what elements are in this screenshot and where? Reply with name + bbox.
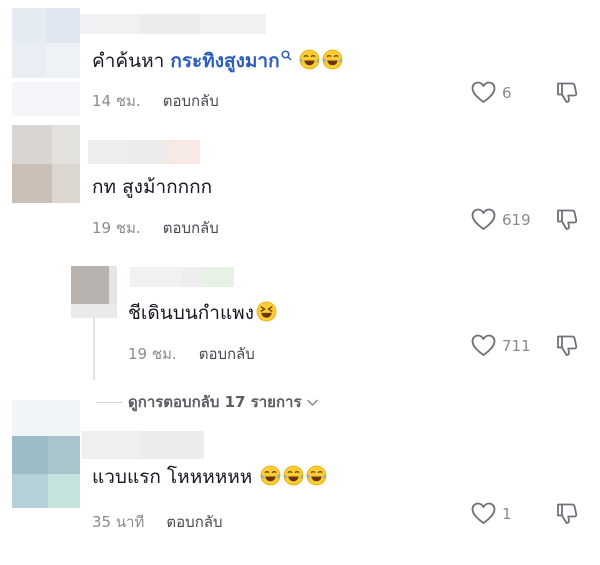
- heart-icon: [471, 502, 496, 524]
- username-blurred[interactable]: [82, 431, 204, 459]
- view-replies-label: ดูการตอบกลับ 17 รายการ: [128, 393, 302, 411]
- timestamp: 35 นาที: [92, 513, 145, 531]
- laughing-tears-emoji-icon: [322, 49, 343, 70]
- comment-text: แวบแรก โหหหหหห: [92, 462, 327, 492]
- heart-icon: [471, 334, 496, 356]
- view-replies-button[interactable]: ดูการตอบกลับ 17 รายการ: [96, 390, 319, 414]
- comment-meta: 14 ชม. ตอบกลับ: [92, 89, 219, 113]
- reply-button[interactable]: ตอบกลับ: [163, 92, 219, 110]
- laughing-tears-emoji-icon: [299, 49, 320, 70]
- dislike-button[interactable]: [554, 80, 580, 110]
- dislike-icon: [557, 209, 578, 230]
- laughing-tears-emoji-icon: [283, 465, 304, 486]
- comment-text: คำค้นหา กระทิงสูงมาก: [92, 46, 343, 76]
- dislike-button[interactable]: [554, 501, 580, 531]
- username-blurred[interactable]: [80, 14, 266, 34]
- comment-meta: 19 ชม. ตอบกลับ: [128, 342, 255, 366]
- like-button[interactable]: 711: [471, 334, 531, 357]
- search-term-link[interactable]: กระทิงสูงมาก: [170, 50, 279, 72]
- grinning-squint-emoji-icon: [256, 301, 277, 322]
- dislike-icon: [557, 82, 578, 103]
- chevron-down-icon: [306, 398, 318, 406]
- like-button[interactable]: 619: [471, 208, 531, 231]
- comment-prefix: คำค้นหา: [92, 50, 171, 72]
- reply-button[interactable]: ตอบกลับ: [166, 513, 222, 531]
- reply-button[interactable]: ตอบกลับ: [163, 219, 219, 237]
- avatar[interactable]: [12, 125, 80, 203]
- heart-icon: [471, 81, 496, 103]
- timestamp: 19 ชม.: [128, 345, 177, 363]
- avatar[interactable]: [12, 8, 80, 78]
- like-count: 619: [502, 210, 531, 229]
- comment-text: กท สูงม้ากกกก: [92, 176, 213, 198]
- avatar[interactable]: [12, 436, 80, 508]
- dislike-icon: [557, 335, 578, 356]
- view-replies-divider: [96, 401, 122, 403]
- search-icon[interactable]: [281, 44, 292, 61]
- comment-text: ชีเดินบนกำแพง: [128, 298, 277, 328]
- timestamp: 19 ชม.: [92, 219, 141, 237]
- avatar-shadow: [12, 400, 80, 436]
- heart-icon: [471, 208, 496, 230]
- dislike-button[interactable]: [554, 207, 580, 237]
- comment-body: แวบแรก โหหหหหห: [92, 466, 253, 488]
- like-count: 1: [502, 504, 512, 523]
- like-count: 711: [502, 336, 531, 355]
- dislike-button[interactable]: [554, 333, 580, 363]
- username-blurred[interactable]: [88, 140, 200, 164]
- laughing-tears-emoji-icon: [260, 465, 281, 486]
- username-blurred[interactable]: [130, 267, 234, 287]
- like-count: 6: [502, 83, 512, 102]
- comment-body: ชีเดินบนกำแพง: [128, 302, 254, 324]
- dislike-icon: [557, 503, 578, 524]
- like-button[interactable]: 1: [471, 502, 512, 525]
- like-button[interactable]: 6: [471, 81, 512, 104]
- timestamp: 14 ชม.: [92, 92, 141, 110]
- laughing-tears-emoji-icon: [306, 465, 327, 486]
- comment-meta: 35 นาที ตอบกลับ: [92, 510, 223, 534]
- reply-button[interactable]: ตอบกลับ: [199, 345, 255, 363]
- comment-meta: 19 ชม. ตอบกลับ: [92, 216, 219, 240]
- avatar-shadow: [12, 82, 80, 116]
- avatar[interactable]: [71, 266, 117, 318]
